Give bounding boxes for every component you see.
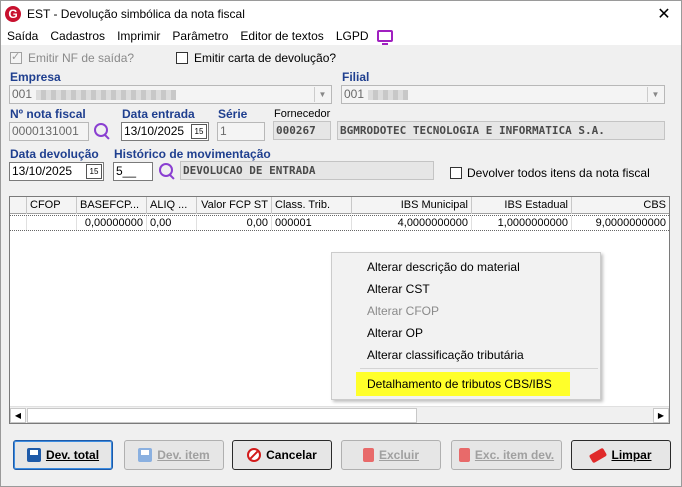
save-icon bbox=[138, 448, 153, 462]
app-logo-icon: G bbox=[5, 6, 21, 22]
column-header-cfop[interactable]: CFOP bbox=[27, 197, 77, 214]
limpar-button[interactable]: Limpar bbox=[571, 440, 671, 470]
historico-code-input[interactable]: 5__ bbox=[113, 162, 153, 181]
redacted-block bbox=[36, 89, 177, 100]
table-cell: 4,0000000000 bbox=[352, 216, 472, 230]
table-cell: 1,0000000000 bbox=[472, 216, 572, 230]
column-header-basefcp[interactable]: BASEFCP... bbox=[77, 197, 147, 214]
column-header-aliq[interactable]: ALIQ ... bbox=[147, 197, 197, 214]
data-devolucao-value: 13/10/2025 bbox=[12, 164, 73, 178]
menu-item-detalhamento-tributos[interactable]: Detalhamento de tributos CBS/IBS bbox=[367, 377, 552, 391]
menu-bar: Saída Cadastros Imprimir Parâmetro Edito… bbox=[1, 27, 681, 45]
table-row[interactable]: 0,00000000 0,00 0,00 000001 4,0000000000… bbox=[10, 215, 669, 231]
context-menu: Alterar descrição do material Alterar CS… bbox=[331, 252, 601, 400]
menu-item-alterar-cst[interactable]: Alterar CST bbox=[367, 282, 430, 296]
exc-item-dev-button: Exc. item dev. bbox=[451, 440, 562, 470]
data-devolucao-input[interactable]: 13/10/2025 15 bbox=[9, 162, 104, 181]
scroll-left-icon[interactable]: ◀ bbox=[10, 408, 26, 423]
filial-value: 001 bbox=[344, 87, 365, 101]
trash-icon bbox=[458, 448, 470, 462]
menu-lgpd[interactable]: LGPD bbox=[336, 29, 369, 43]
menu-item-alterar-op[interactable]: Alterar OP bbox=[367, 326, 423, 340]
column-header-cbs[interactable]: CBS bbox=[572, 197, 669, 214]
trash-icon bbox=[362, 448, 374, 462]
menu-cadastros[interactable]: Cadastros bbox=[50, 29, 105, 43]
empresa-value: 001 bbox=[12, 87, 33, 101]
dev-total-button[interactable]: Dev. total bbox=[13, 440, 113, 470]
monitor-icon[interactable] bbox=[376, 30, 393, 45]
dev-item-button: Dev. item bbox=[124, 440, 224, 470]
menu-item-alterar-descricao[interactable]: Alterar descrição do material bbox=[367, 260, 520, 274]
devolver-todos-label: Devolver todos itens da nota fiscal bbox=[467, 166, 650, 180]
historico-label: Histórico de movimentação bbox=[114, 147, 271, 161]
horizontal-scrollbar[interactable]: ◀ ▶ bbox=[10, 406, 669, 423]
calendar-icon[interactable]: 15 bbox=[86, 164, 102, 179]
exc-item-dev-label: Exc. item dev. bbox=[474, 448, 555, 462]
cancelar-label: Cancelar bbox=[266, 448, 317, 462]
table-cell bbox=[27, 216, 77, 230]
emitir-carta-label: Emitir carta de devolução? bbox=[194, 51, 337, 65]
eraser-icon bbox=[589, 447, 608, 463]
nota-label: Nº nota fiscal bbox=[10, 107, 86, 121]
menu-saida[interactable]: Saída bbox=[7, 29, 38, 43]
column-header-valor-fcp-st[interactable]: Valor FCP ST bbox=[197, 197, 272, 214]
excluir-button: Excluir bbox=[341, 440, 441, 470]
dev-item-label: Dev. item bbox=[157, 448, 210, 462]
devolver-todos-checkbox[interactable] bbox=[450, 167, 462, 179]
nota-input[interactable]: 0000131001 bbox=[9, 122, 89, 141]
menu-parametro[interactable]: Parâmetro bbox=[172, 29, 228, 43]
data-devolucao-label: Data devolução bbox=[10, 147, 99, 161]
title-bar: G EST - Devolução simbólica da nota fisc… bbox=[1, 1, 681, 27]
empresa-label: Empresa bbox=[10, 70, 61, 84]
column-header-class-trib[interactable]: Class. Trib. bbox=[272, 197, 352, 214]
table-cell: 9,0000000000 bbox=[595, 217, 666, 229]
menu-item-alterar-cfop: Alterar CFOP bbox=[367, 304, 440, 318]
serie-label: Série bbox=[218, 107, 248, 121]
data-entrada-label: Data entrada bbox=[122, 107, 195, 121]
cancel-icon bbox=[247, 448, 262, 462]
column-header-ibs-estadual[interactable]: IBS Estadual bbox=[472, 197, 572, 214]
menu-separator bbox=[360, 368, 598, 369]
calendar-icon[interactable]: 15 bbox=[191, 124, 207, 139]
emitir-nf-checkbox[interactable] bbox=[10, 50, 22, 64]
window-title: EST - Devolução simbólica da nota fiscal bbox=[27, 7, 245, 21]
data-entrada-value: 13/10/2025 bbox=[124, 124, 185, 138]
excluir-label: Excluir bbox=[378, 448, 420, 462]
table-cell: 0,00000000 bbox=[77, 216, 147, 230]
grid-header: CFOP BASEFCP... ALIQ ... Valor FCP ST Cl… bbox=[10, 197, 669, 214]
filial-label: Filial bbox=[342, 70, 370, 84]
filial-select[interactable]: 001 ▼ bbox=[341, 85, 665, 104]
scroll-right-icon[interactable]: ▶ bbox=[653, 408, 669, 423]
close-icon[interactable]: ✕ bbox=[653, 3, 675, 25]
column-header-ibs-municipal[interactable]: IBS Municipal bbox=[352, 197, 472, 214]
cancelar-button[interactable]: Cancelar bbox=[232, 440, 332, 470]
main-window: G EST - Devolução simbólica da nota fisc… bbox=[0, 0, 682, 487]
historico-description: DEVOLUCAO DE ENTRADA bbox=[180, 161, 434, 180]
table-cell: 0,00 bbox=[197, 216, 272, 230]
empresa-select[interactable]: 001 ▼ bbox=[9, 85, 332, 104]
data-entrada-input[interactable]: 13/10/2025 15 bbox=[121, 122, 209, 141]
serie-input[interactable]: 1 bbox=[217, 122, 265, 141]
chevron-down-icon[interactable]: ▼ bbox=[647, 87, 663, 102]
column-header[interactable] bbox=[10, 197, 27, 214]
table-cell: 0,00 bbox=[147, 216, 197, 230]
menu-item-alterar-classificacao[interactable]: Alterar classificação tributária bbox=[367, 348, 524, 362]
scrollbar-thumb[interactable] bbox=[27, 408, 417, 423]
chevron-down-icon[interactable]: ▼ bbox=[314, 87, 330, 102]
limpar-label: Limpar bbox=[611, 448, 652, 462]
fornecedor-code: 000267 bbox=[273, 121, 331, 140]
redacted-block bbox=[368, 89, 409, 100]
table-cell: 000001 bbox=[272, 216, 352, 230]
emitir-carta-checkbox[interactable] bbox=[176, 52, 188, 64]
table-cell bbox=[10, 216, 27, 230]
search-nota-icon[interactable] bbox=[93, 122, 111, 140]
fornecedor-name: BGMRODOTEC TECNOLOGIA E INFORMATICA S.A. bbox=[337, 121, 665, 140]
fornecedor-label: Fornecedor bbox=[274, 108, 331, 120]
menu-editor-textos[interactable]: Editor de textos bbox=[240, 29, 323, 43]
menu-imprimir[interactable]: Imprimir bbox=[117, 29, 160, 43]
save-icon bbox=[26, 448, 41, 462]
emitir-nf-label: Emitir NF de saída? bbox=[28, 51, 135, 65]
search-historico-icon[interactable] bbox=[158, 162, 176, 180]
dev-total-label: Dev. total bbox=[45, 448, 100, 462]
